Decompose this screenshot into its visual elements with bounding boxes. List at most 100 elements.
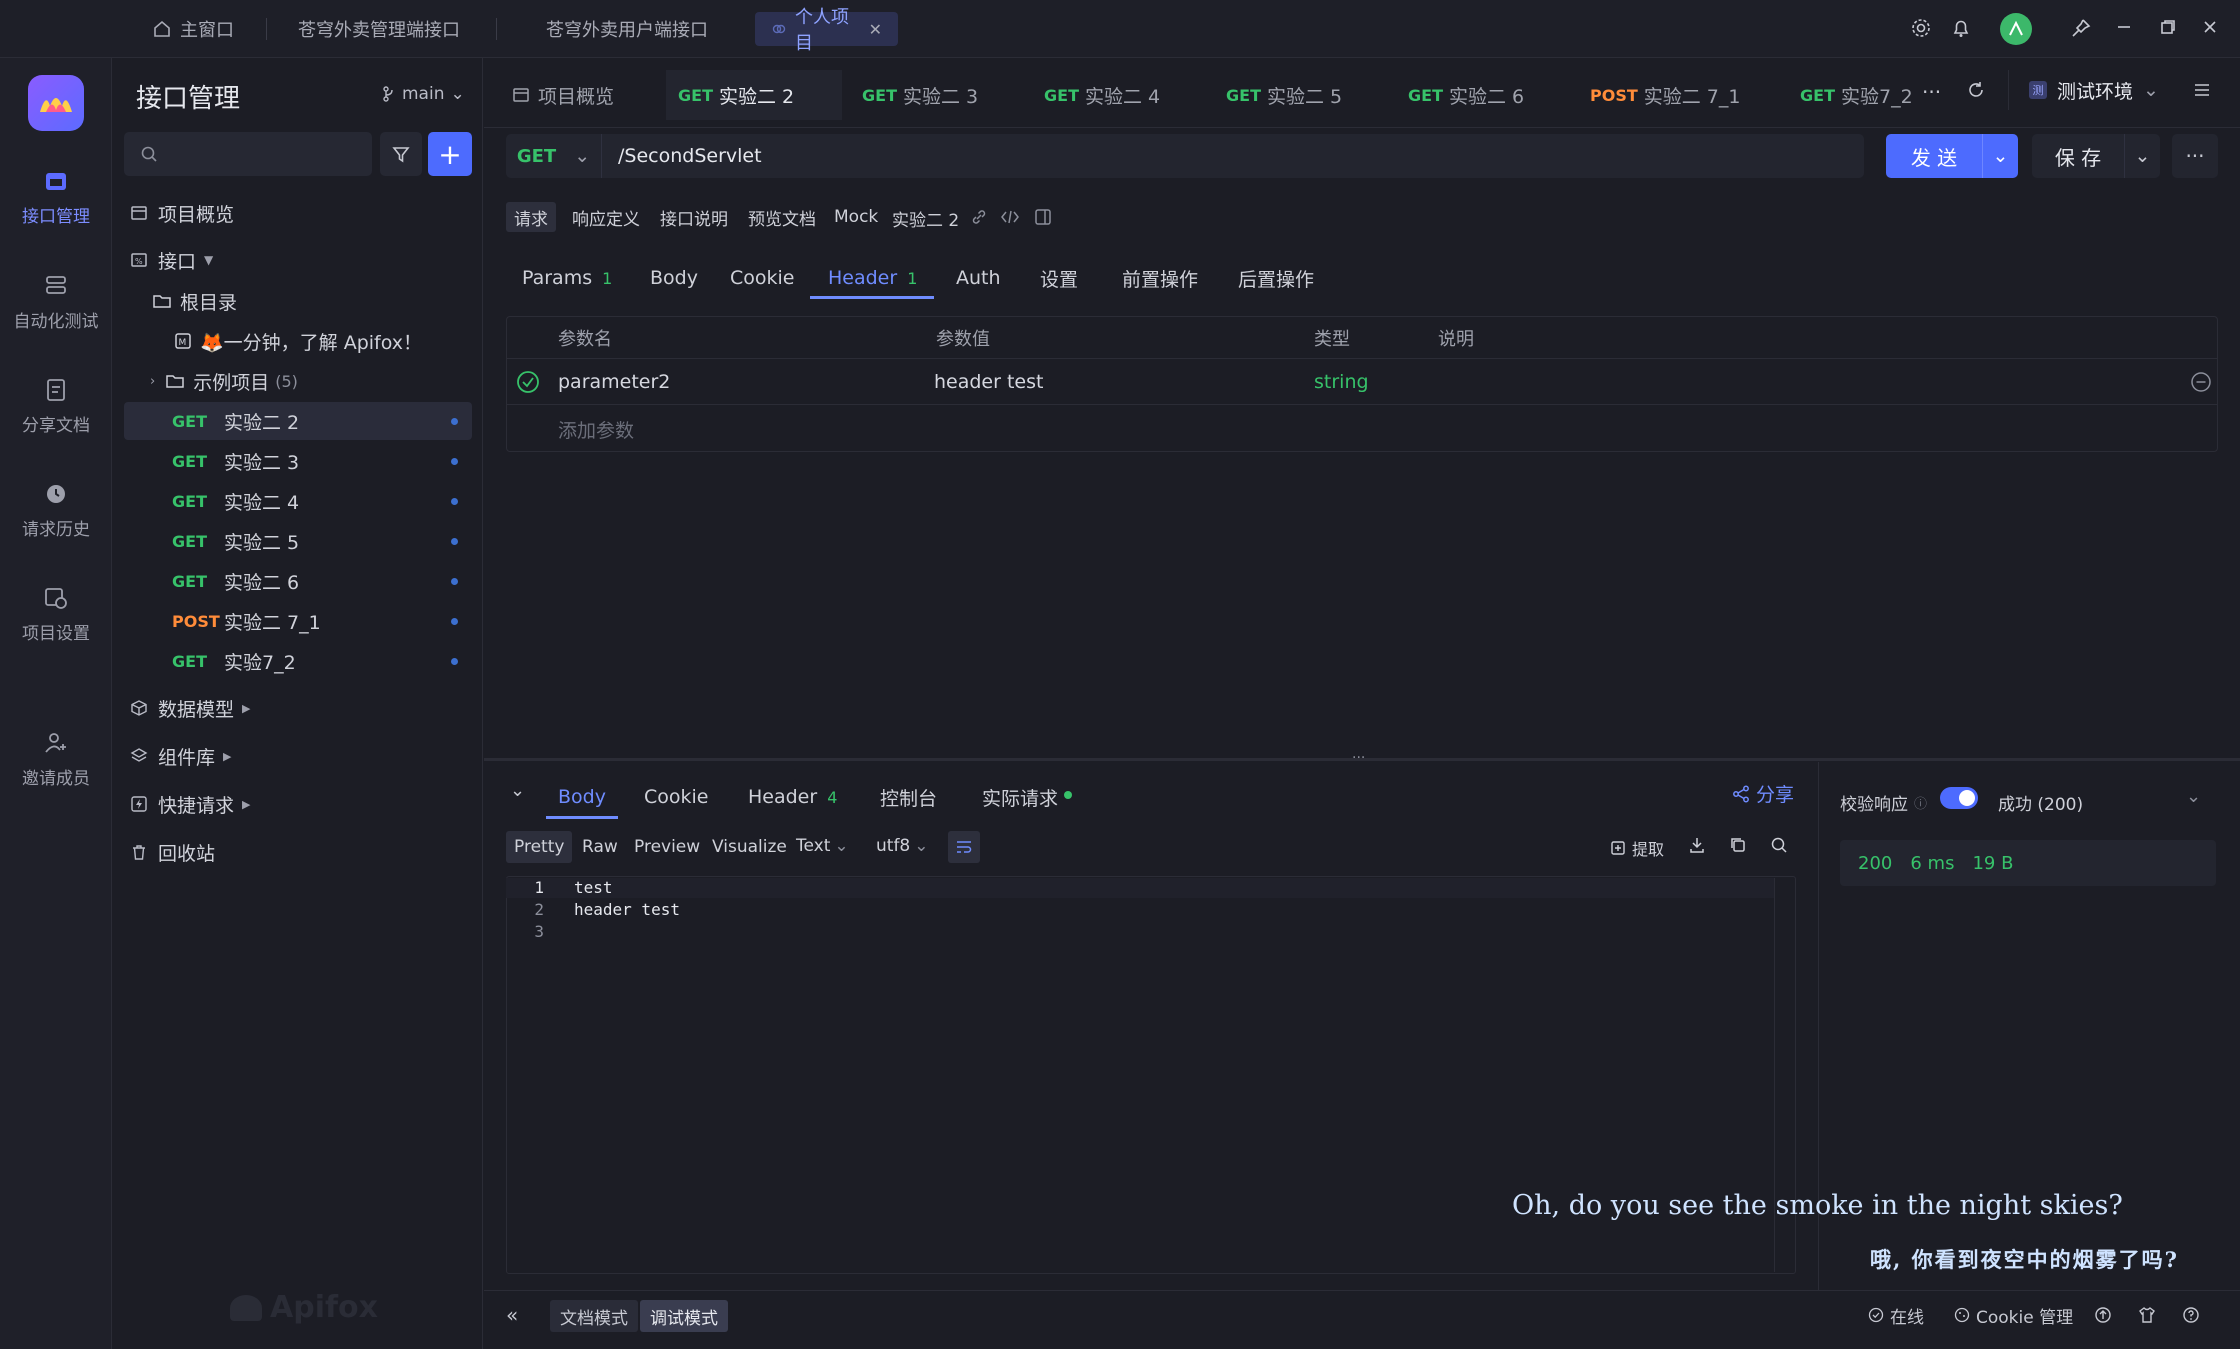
chevron-down-icon[interactable]: ⌄ [2124, 134, 2160, 178]
gear-icon[interactable] [1910, 17, 1932, 39]
doc-mode-button[interactable]: 文档模式 [550, 1300, 638, 1332]
more-tabs-button[interactable]: ··· [1922, 80, 1941, 104]
request-tab[interactable]: GET 实验二 5 [1214, 70, 1390, 120]
drag-handle-icon[interactable]: ··· [1352, 750, 1365, 766]
endpoint-item[interactable]: GET 实验7_2 [124, 642, 472, 680]
validate-toggle[interactable] [1940, 787, 1978, 809]
success-select[interactable]: 成功 (200) [1998, 790, 2083, 815]
sidebar-item-data-model[interactable]: 数据模型 ▶ [124, 689, 472, 727]
window-tab-admin-api[interactable]: 苍穹外卖管理端接口 [282, 12, 476, 46]
help-icon[interactable] [2182, 1306, 2200, 1324]
close-window-icon[interactable] [2200, 17, 2220, 37]
request-tab[interactable]: GET 实验二 3 [850, 70, 1026, 120]
param-tab[interactable]: 后置操作 [1238, 258, 1314, 298]
rail-item-project-settings[interactable]: 项目设置 [0, 585, 112, 644]
sidebar-item-intro[interactable]: M 🦊一分钟，了解 Apifox！ [124, 322, 472, 360]
tab-overview[interactable]: 项目概览 [500, 70, 626, 120]
doc-tab[interactable]: 响应定义 [564, 202, 648, 232]
minimize-icon[interactable] [2114, 17, 2134, 37]
cookie-manager[interactable]: Cookie 管理 [1954, 1298, 2073, 1332]
sidebar-item-overview[interactable]: 项目概览 [124, 194, 472, 232]
add-button[interactable]: + [428, 132, 472, 176]
send-button[interactable]: 发 送 ⌄ [1886, 134, 2018, 178]
doc-tab[interactable]: Mock [826, 202, 886, 232]
response-tab[interactable]: Header 4 [748, 776, 837, 818]
param-tab[interactable]: Cookie [730, 258, 795, 298]
param-tab[interactable]: 设置 [1040, 258, 1078, 298]
menu-icon[interactable] [2192, 80, 2212, 100]
copy-icon[interactable] [1729, 836, 1747, 854]
close-icon[interactable]: ✕ [869, 20, 882, 39]
format-tab[interactable]: Visualize [704, 831, 795, 863]
restore-icon[interactable] [2158, 17, 2178, 37]
endpoint-item[interactable]: GET 实验二 6 [124, 562, 472, 600]
environment-selector[interactable]: 测 测试环境 ⌄ [2008, 70, 2176, 110]
extract-button[interactable]: 提取 [1610, 836, 1664, 860]
save-button[interactable]: 保 存 ⌄ [2032, 134, 2160, 178]
format-tab[interactable]: Pretty [506, 831, 573, 863]
param-tab[interactable]: Body [650, 258, 698, 298]
endpoint-item[interactable]: POST 实验二 7_1 [124, 602, 472, 640]
endpoint-item[interactable]: GET 实验二 5 [124, 522, 472, 560]
param-value[interactable]: header test [934, 371, 1043, 393]
chevron-down-icon[interactable]: ⌄ [2186, 786, 2201, 807]
sidebar-item-root[interactable]: 根目录 [124, 282, 472, 320]
sidebar-item-quick-request[interactable]: 快捷请求 ▶ [124, 785, 472, 823]
rail-item-share-doc[interactable]: 分享文档 [0, 377, 112, 436]
rail-item-history[interactable]: 请求历史 [0, 481, 112, 540]
text-select[interactable]: Text ⌄ [796, 836, 849, 856]
search-field[interactable] [124, 132, 372, 176]
param-tab[interactable]: 前置操作 [1122, 258, 1198, 298]
response-tab[interactable]: Cookie [644, 776, 709, 818]
remove-icon[interactable] [2190, 371, 2212, 393]
response-tab[interactable]: 控制台 [880, 776, 937, 818]
shirt-icon[interactable] [2138, 1306, 2156, 1324]
endpoint-item[interactable]: GET 实验二 2 [124, 402, 472, 440]
more-options-button[interactable]: ··· [2172, 134, 2218, 178]
param-tab[interactable]: Header 1 [828, 258, 917, 298]
sidebar-item-trash[interactable]: 回收站 [124, 833, 472, 871]
request-tab[interactable]: GET 实验7_2 [1788, 70, 1913, 120]
filter-button[interactable] [380, 132, 422, 176]
response-tab[interactable]: Body [558, 776, 606, 818]
debug-mode-button[interactable]: 调试模式 [640, 1300, 728, 1332]
doc-tab[interactable]: 请求 [506, 202, 556, 232]
doc-tab[interactable]: 预览文档 [740, 202, 824, 232]
add-param-placeholder[interactable]: 添加参数 [558, 416, 634, 443]
pin-icon[interactable] [2070, 17, 2092, 39]
upload-icon[interactable] [2094, 1306, 2112, 1324]
endpoint-item[interactable]: GET 实验二 3 [124, 442, 472, 480]
encoding-select[interactable]: utf8 ⌄ [876, 836, 929, 856]
format-tab[interactable]: Preview [626, 831, 708, 863]
sidebar-item-components[interactable]: 组件库 ▶ [124, 737, 472, 775]
wrap-toggle[interactable] [948, 831, 980, 863]
download-icon[interactable] [1688, 836, 1706, 854]
bell-icon[interactable] [1950, 17, 1972, 39]
search-input[interactable] [168, 144, 368, 164]
format-tab[interactable]: Raw [574, 831, 626, 863]
sidebar-item-examples[interactable]: › 示例项目 (5) [124, 362, 472, 400]
param-tab[interactable]: Auth [956, 258, 1001, 298]
branch-selector[interactable]: main ⌄ [382, 84, 465, 104]
link-icon[interactable] [970, 208, 988, 226]
refresh-icon[interactable] [1966, 80, 1986, 100]
share-button[interactable]: 分享 [1732, 780, 1794, 807]
check-circle-icon[interactable] [516, 370, 540, 394]
param-tab[interactable]: Params 1 [522, 258, 612, 298]
search-icon[interactable] [1770, 836, 1788, 854]
param-name[interactable]: parameter2 [558, 371, 670, 393]
response-tab[interactable]: 实际请求 [982, 776, 1058, 818]
window-tab-personal[interactable]: 个人项目 ✕ [755, 7, 898, 54]
method-selector[interactable]: GET ⌄ [506, 134, 602, 178]
collapse-icon[interactable]: ⌄ [510, 780, 525, 801]
panel-icon[interactable] [1034, 208, 1052, 226]
window-tab-home[interactable]: 主窗口 [136, 12, 250, 46]
request-tab[interactable]: POST 实验二 7_1 [1578, 70, 1778, 120]
avatar[interactable] [2000, 13, 2032, 45]
sidebar-item-interfaces[interactable]: % 接口 ▼ [124, 241, 472, 279]
request-tab[interactable]: GET 实验二 4 [1032, 70, 1208, 120]
rail-item-invite[interactable]: 邀请成员 [0, 730, 112, 789]
collapse-sidebar-icon[interactable]: « [506, 1298, 518, 1332]
request-tab[interactable]: GET 实验二 2 [666, 70, 842, 120]
rail-item-api[interactable]: 接口管理 [0, 168, 112, 227]
